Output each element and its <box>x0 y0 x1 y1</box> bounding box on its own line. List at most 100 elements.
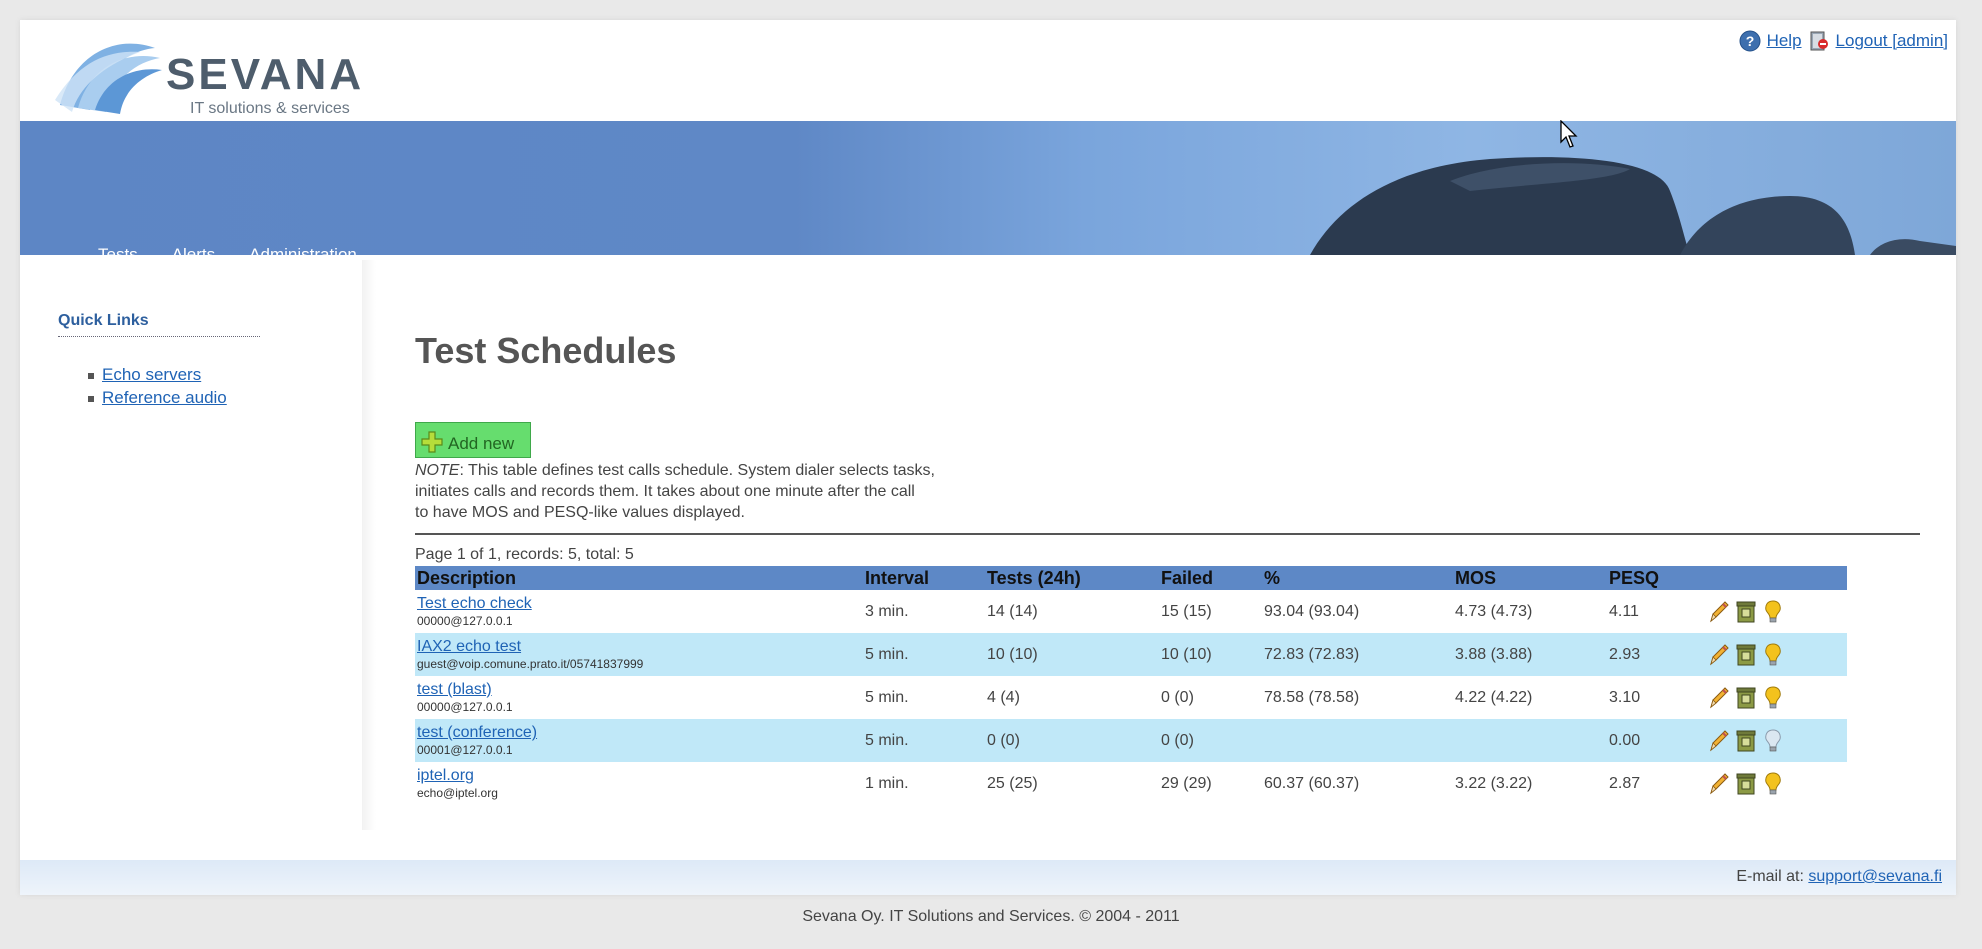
quick-links-title: Quick Links <box>58 312 260 337</box>
cell-failed: 0 (0) <box>1159 719 1262 762</box>
table-row: iptel.org echo@iptel.org 1 min. 25 (25) 29 (… <box>415 762 1847 805</box>
cell-tests: 14 (14) <box>987 602 1038 620</box>
divider <box>415 533 1920 535</box>
add-new-button[interactable]: Add new <box>415 422 531 458</box>
logout-link[interactable]: Logout [admin] <box>1836 31 1948 51</box>
col-header-failed[interactable]: Failed <box>1159 566 1262 590</box>
cell-percent: 93.04 (93.04) <box>1264 602 1360 620</box>
cell-actions <box>1705 719 1847 762</box>
sidebar-divider <box>362 260 376 830</box>
top-bar: ? Help Logout [admin] <box>1739 30 1948 52</box>
pager-info: Page 1 of 1, records: 5, total: 5 <box>415 546 634 563</box>
cell-mos: 4.22 (4.22) <box>1455 688 1533 706</box>
schedule-target: 00001@127.0.0.1 <box>417 743 513 757</box>
row-actions <box>1707 599 1845 625</box>
cell-interval: 3 min. <box>865 602 909 620</box>
cell-actions <box>1705 676 1847 719</box>
pencil-icon[interactable] <box>1707 685 1731 711</box>
schedule-target: 00000@127.0.0.1 <box>417 700 513 714</box>
cell-actions <box>1705 633 1847 676</box>
col-header-percent[interactable]: % <box>1262 566 1453 590</box>
lightbulb-icon[interactable] <box>1761 599 1785 625</box>
quick-link-item: Echo servers <box>88 365 278 385</box>
col-header-mos[interactable]: MOS <box>1453 566 1607 590</box>
note-line-3: to have MOS and PESQ-like values display… <box>415 504 745 521</box>
quick-link-echo-servers[interactable]: Echo servers <box>102 365 201 384</box>
schedule-target: echo@iptel.org <box>417 786 498 800</box>
pencil-icon[interactable] <box>1707 728 1731 754</box>
help-link[interactable]: Help <box>1767 31 1802 51</box>
quick-link-reference-audio[interactable]: Reference audio <box>102 388 227 407</box>
schedule-name-link[interactable]: iptel.org <box>417 767 861 785</box>
quick-links-list: Echo servers Reference audio <box>58 365 278 408</box>
cell-failed: 10 (10) <box>1159 633 1262 676</box>
cell-pesq: 2.93 <box>1607 633 1705 676</box>
main-nav: Tests Alerts Administration <box>98 245 357 255</box>
copyright: Sevana Oy. IT Solutions and Services. © … <box>802 908 1180 925</box>
quick-link-item: Reference audio <box>88 388 278 408</box>
schedule-name-link[interactable]: IAX2 echo test <box>417 638 861 656</box>
lightbulb-icon[interactable] <box>1761 642 1785 668</box>
note-line-2: initiates calls and records them. It tak… <box>415 483 915 500</box>
row-actions <box>1707 728 1845 754</box>
lightbulb-icon[interactable] <box>1761 728 1785 754</box>
row-actions <box>1707 771 1845 797</box>
nav-alerts[interactable]: Alerts <box>172 245 215 255</box>
cell-pesq: 4.11 <box>1609 602 1639 620</box>
nav-tests[interactable]: Tests <box>98 245 138 255</box>
cell-percent: 60.37 (60.37) <box>1264 774 1360 792</box>
pencil-icon[interactable] <box>1707 599 1731 625</box>
pencil-icon[interactable] <box>1707 771 1731 797</box>
schedule-name-link[interactable]: Test echo check <box>417 595 861 613</box>
schedules-table: Description Interval Tests (24h) Failed … <box>415 566 1847 805</box>
trash-icon[interactable] <box>1734 642 1758 668</box>
cell-pesq: 0.00 <box>1607 719 1705 762</box>
trash-icon[interactable] <box>1734 728 1758 754</box>
col-header-interval[interactable]: Interval <box>863 566 985 590</box>
col-header-pesq[interactable]: PESQ <box>1607 566 1705 590</box>
logo[interactable]: SEVANA IT solutions & services <box>50 30 370 130</box>
pencil-icon[interactable] <box>1707 642 1731 668</box>
logo-name: SEVANA <box>166 50 365 99</box>
add-new-label: Add new <box>448 434 515 453</box>
trash-icon[interactable] <box>1734 599 1758 625</box>
cell-interval: 5 min. <box>863 633 985 676</box>
note-line-1: : This table defines test calls schedule… <box>459 462 935 479</box>
schedule-name-link[interactable]: test (blast) <box>417 681 861 699</box>
cell-interval: 1 min. <box>865 774 909 792</box>
cell-actions <box>1705 762 1847 805</box>
cell-mos: 3.22 (3.22) <box>1455 774 1533 792</box>
trash-icon[interactable] <box>1734 685 1758 711</box>
cell-percent: 72.83 (72.83) <box>1262 633 1453 676</box>
plus-icon <box>421 431 443 453</box>
lightbulb-icon[interactable] <box>1761 771 1785 797</box>
schedule-name-link[interactable]: test (conference) <box>417 724 861 742</box>
trash-icon[interactable] <box>1734 771 1758 797</box>
cell-description: test (conference) 00001@127.0.0.1 <box>415 719 863 762</box>
col-header-actions <box>1705 566 1847 590</box>
table-row: test (blast) 00000@127.0.0.1 5 min. 4 (4) 0 … <box>415 676 1847 719</box>
logout-icon[interactable] <box>1808 30 1830 52</box>
banner-rocks-image <box>1310 157 1956 255</box>
col-header-description[interactable]: Description <box>415 566 863 590</box>
cell-tests: 4 (4) <box>987 688 1020 706</box>
cell-mos: 3.88 (3.88) <box>1453 633 1607 676</box>
table-body: Test echo check 00000@127.0.0.1 3 min. 14 (… <box>415 590 1847 805</box>
col-header-tests[interactable]: Tests (24h) <box>985 566 1159 590</box>
cell-mos <box>1453 719 1607 762</box>
lightbulb-icon[interactable] <box>1761 685 1785 711</box>
table-row: test (conference) 00001@127.0.0.1 5 min. 0 … <box>415 719 1847 762</box>
schedule-target: 00000@127.0.0.1 <box>417 614 513 628</box>
page-frame: SEVANA IT solutions & services ? Help Lo… <box>20 20 1956 895</box>
cell-actions <box>1705 590 1847 633</box>
mouse-cursor-icon <box>1560 120 1578 148</box>
header-banner: Tests Alerts Administration <box>20 121 1956 255</box>
nav-administration[interactable]: Administration <box>249 245 357 255</box>
help-icon[interactable]: ? <box>1739 30 1761 52</box>
page-title: Test Schedules <box>415 330 677 371</box>
contact-email-link[interactable]: support@sevana.fi <box>1808 868 1942 885</box>
cell-description: Test echo check 00000@127.0.0.1 <box>415 590 863 633</box>
row-actions <box>1707 642 1845 668</box>
contact-info: E-mail at: support@sevana.fi <box>1736 868 1942 886</box>
cell-pesq: 2.87 <box>1609 774 1641 792</box>
